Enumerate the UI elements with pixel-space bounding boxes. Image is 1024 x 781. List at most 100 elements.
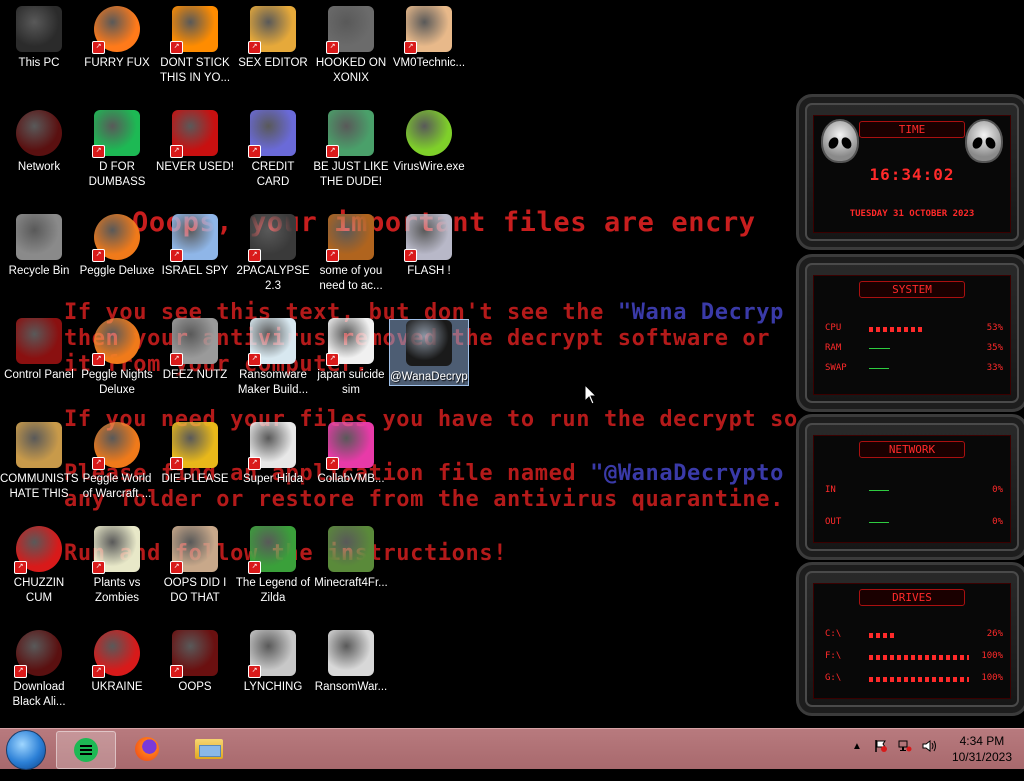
desktop-icon-label: This PC	[18, 57, 60, 69]
desktop-icon-control-panel[interactable]: Control Panel	[0, 318, 78, 383]
desktop-icon-dont-stick[interactable]: ↗ DONT STICK THIS IN YO...	[156, 6, 234, 86]
mouse-cursor-icon	[584, 384, 598, 405]
desktop-icon-label: Super Hilda	[242, 473, 304, 485]
desktop-icon-vm0technic[interactable]: ↗ VM0Technic...	[390, 6, 468, 71]
widget-title: TIME	[859, 121, 965, 138]
shortcut-arrow-icon: ↗	[248, 41, 261, 54]
desktop-icon-label: VM0Technic...	[392, 57, 466, 69]
bitmap-icon	[406, 320, 452, 366]
desktop-icon-label: japan suicide sim	[317, 369, 385, 396]
desktop-icon-label: BE JUST LIKE THE DUDE!	[313, 161, 389, 188]
desktop-icon-peggle-deluxe[interactable]: ↗ Peggle Deluxe	[78, 214, 156, 279]
desktop-icon-never-used[interactable]: ↗ NEVER USED!	[156, 110, 234, 175]
network-icon	[16, 110, 62, 156]
drives-widget: DRIVES C:\ 26% F:\ 100% G:\ 100%	[796, 562, 1024, 716]
widget-row-key: SWAP	[825, 363, 847, 373]
widget-row-key: RAM	[825, 343, 842, 353]
xonix-game-icon: ↗	[326, 6, 374, 54]
radiation-icon: ↗	[92, 630, 140, 678]
desktop-icon-label: @WanaDecryptor@.bmp	[390, 371, 468, 383]
desktop-icon-sex-editor[interactable]: ↗ SEX EDITOR	[234, 6, 312, 71]
desktop-icon-plants-vs-zombies[interactable]: ↗ Plants vs Zombies	[78, 526, 156, 606]
desktop-icon-flash[interactable]: ↗ FLASH !	[390, 214, 468, 279]
desktop-icon-wanadecryptor-bmp[interactable]: @WanaDecryptor@.bmp	[389, 319, 469, 386]
desktop-icon-2pacalypse[interactable]: ↗ 2PACALYPSE 2.3	[234, 214, 312, 294]
desktop-icon-credit-card-checker[interactable]: ↗ CREDIT CARD CHECKER	[234, 110, 312, 190]
desktop-icon-label: NEVER USED!	[156, 161, 234, 173]
desktop-icon-oops[interactable]: ↗ OOPS	[156, 630, 234, 695]
alien-icon	[965, 119, 1003, 163]
desktop-icon-furry-fux[interactable]: ↗ FURRY FUX	[78, 6, 156, 71]
desktop-icon-peggle-world[interactable]: ↗ Peggle World of Warcraft ...	[78, 422, 156, 502]
desktop-icon-israel-spy[interactable]: ↗ ISRAEL SPY	[156, 214, 234, 279]
desktop-icon-viruswire[interactable]: VirusWire.exe	[390, 110, 468, 175]
desktop-icon-ransomware-maker[interactable]: ↗ Ransomware Maker Build...	[234, 318, 312, 398]
volume-icon[interactable]	[922, 739, 936, 753]
money-bag-icon	[16, 422, 62, 468]
desktop-icon-deez-nutz[interactable]: ↗ DEEZ NUTZ	[156, 318, 234, 383]
network-tray-icon[interactable]	[898, 739, 912, 753]
desktop-icon-label: DONT STICK THIS IN YO...	[159, 57, 231, 84]
taskbar-app-notes[interactable]	[56, 731, 116, 769]
desktop-icon-legend-of-zilda[interactable]: ↗ The Legend of Zilda	[234, 526, 312, 606]
shortcut-arrow-icon: ↗	[326, 41, 339, 54]
desktop-icon-ransomwar[interactable]: RansomWar...	[312, 630, 390, 695]
desktop-icon-d-for-dumbass[interactable]: ↗ D FOR DUMBASS	[78, 110, 156, 190]
widget-title: NETWORK	[859, 441, 965, 458]
desktop-icon-network[interactable]: Network	[0, 110, 78, 175]
desktop-icon-label: OOPS	[178, 681, 212, 693]
desktop-icon-some-of-you[interactable]: ↗ some of you need to ac...	[312, 214, 390, 294]
widget-row-drives: C:\ 26%	[825, 629, 1003, 641]
shortcut-arrow-icon: ↗	[170, 561, 183, 574]
shortcut-arrow-icon: ↗	[14, 665, 27, 678]
santa-icon: ↗	[326, 110, 374, 158]
desktop-icon-ukraine[interactable]: ↗ UKRAINE	[78, 630, 156, 695]
clock-date: 10/31/2023	[951, 750, 1012, 764]
taskbar-app-file-explorer[interactable]	[180, 731, 238, 767]
widget-row-key: G:\	[825, 673, 842, 683]
shortcut-arrow-icon: ↗	[248, 249, 261, 262]
desktop-icon-oops-did-i-do-that[interactable]: ↗ OOPS DID I DO THAT	[156, 526, 234, 606]
widget-row-key: OUT	[825, 517, 842, 527]
peggle-icon: ↗	[92, 214, 140, 262]
action-center-flag-icon[interactable]	[874, 739, 888, 753]
control-panel-icon	[16, 318, 62, 364]
desktop-icon-be-just-like-the-dude[interactable]: ↗ BE JUST LIKE THE DUDE!	[312, 110, 390, 190]
shortcut-arrow-icon: ↗	[248, 353, 261, 366]
desktop-icon-super-hilda[interactable]: ↗ Super Hilda	[234, 422, 312, 487]
desktop-icon-label: FLASH !	[407, 265, 451, 277]
widget-usage-bar	[869, 368, 889, 369]
desktop-icon-label: Plants vs Zombies	[93, 577, 141, 604]
desktop-icon-communists[interactable]: COMMUNISTS HATE THIS G...	[0, 422, 78, 502]
desktop-icon-lynching[interactable]: ↗ LYNCHING	[234, 630, 312, 695]
taskbar: ▲ 4:34 PM 10/31/2023	[0, 728, 1024, 770]
desktop[interactable]: Ooops, your important files are encry If…	[0, 0, 1024, 728]
desktop-icon-die-please[interactable]: ↗ DIE PLEASE	[156, 422, 234, 487]
desktop-icon-label: RansomWar...	[314, 681, 388, 693]
desktop-icon-recycle-bin[interactable]: Recycle Bin	[0, 214, 78, 279]
show-hidden-icons-chevron-icon[interactable]: ▲	[852, 741, 862, 752]
widget-row-system: CPU 53%	[825, 323, 1003, 335]
start-orb-icon[interactable]	[6, 730, 46, 770]
desktop-icon-hooked-on-xonix[interactable]: ↗ HOOKED ON XONIX	[312, 6, 390, 86]
clock-time: 4:34 PM	[959, 734, 1005, 748]
shortcut-arrow-icon: ↗	[248, 457, 261, 470]
taskbar-clock[interactable]: 4:34 PM 10/31/2023	[952, 733, 1012, 765]
desktop-icon-download-black-ali[interactable]: ↗ Download Black Ali...	[0, 630, 78, 710]
zipper-icon: ↗	[248, 630, 296, 678]
desktop-icon-minecraft4fr[interactable]: Minecraft4Fr...	[312, 526, 390, 591]
shortcut-arrow-icon: ↗	[170, 353, 183, 366]
desktop-icon-this-pc[interactable]: This PC	[0, 6, 78, 71]
taskbar-app-firefox[interactable]	[118, 731, 176, 767]
desktop-icon-label: FURRY FUX	[84, 57, 150, 69]
desktop-icon-collabvmb[interactable]: ↗ CollabVMB...	[312, 422, 390, 487]
terminal-icon: ↗	[248, 214, 296, 262]
desktop-icon-chuzzin-cum[interactable]: ↗ CHUZZIN CUM	[0, 526, 78, 606]
desktop-icon-label: some of you need to ac...	[319, 265, 383, 292]
desktop-icon-japan-suicide-sim[interactable]: ↗ japan suicide sim	[312, 318, 390, 398]
widget-row-key: CPU	[825, 323, 842, 333]
hxd-icon: ↗	[248, 6, 296, 54]
desktop-icon-peggle-nights[interactable]: ↗ Peggle Nights Deluxe	[78, 318, 156, 398]
shortcut-arrow-icon: ↗	[170, 41, 183, 54]
system-widget: SYSTEM CPU 53% RAM 35% SWAP 33%	[796, 254, 1024, 412]
